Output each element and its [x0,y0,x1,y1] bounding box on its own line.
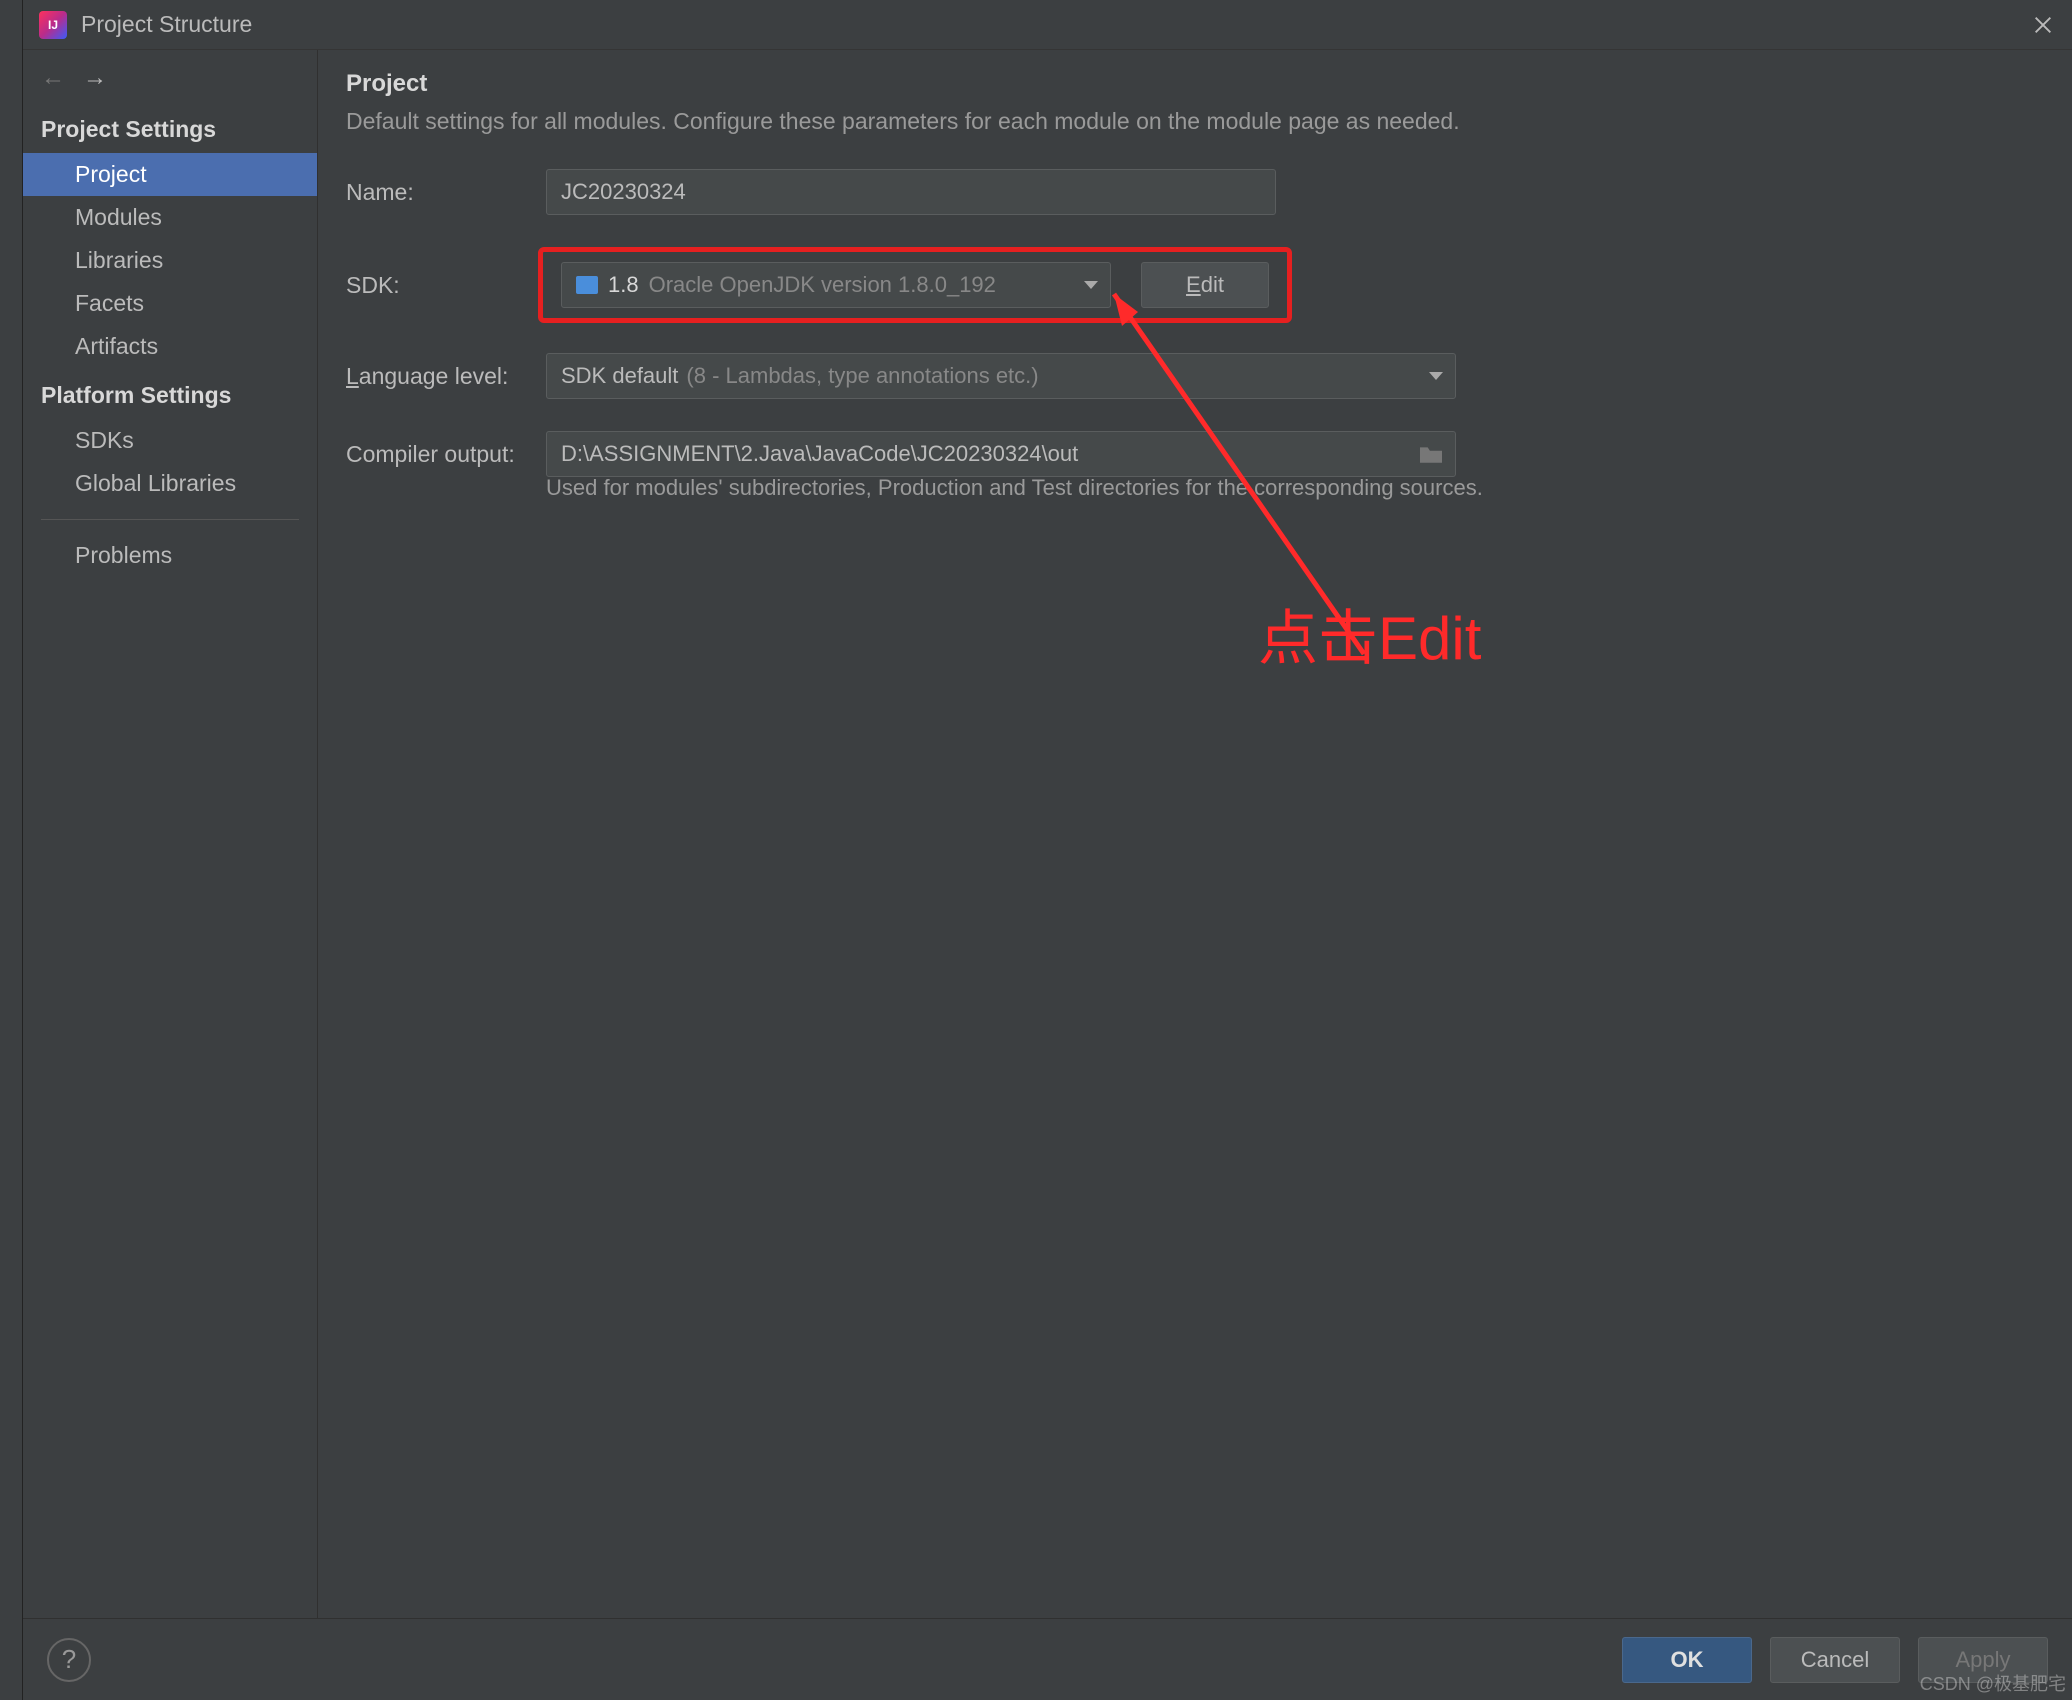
page-subtitle: Default settings for all modules. Config… [346,108,2044,135]
compiler-output-value: D:\ASSIGNMENT\2.Java\JavaCode\JC20230324… [561,441,1078,467]
sidebar: ← → Project Settings Project Modules Lib… [23,50,318,1618]
label-name: Name: [346,179,546,206]
section-project-settings: Project Settings [23,102,317,153]
label-sdk: SDK: [346,272,546,299]
sidebar-item-facets[interactable]: Facets [23,282,317,325]
nav-forward-icon[interactable]: → [83,64,107,92]
sdk-version: 1.8 [608,272,639,298]
sidebar-item-problems[interactable]: Problems [23,534,317,577]
sidebar-item-modules[interactable]: Modules [23,196,317,239]
title-bar: IJ Project Structure [23,0,2072,50]
close-icon[interactable] [2032,14,2054,36]
language-level-dropdown[interactable]: SDK default (8 - Lambdas, type annotatio… [546,353,1456,399]
sdk-highlight-box: 1.8 Oracle OpenJDK version 1.8.0_192 Edi… [538,247,1292,323]
ok-button[interactable]: OK [1622,1637,1752,1683]
dialog-footer: ? OK Cancel Apply [23,1618,2072,1700]
page-title: Project [346,70,2044,98]
chevron-down-icon [1084,281,1098,289]
watermark: CSDN @极基肥宅 [1920,1670,2066,1696]
nav-back-icon[interactable]: ← [41,64,65,92]
intellij-icon: IJ [39,11,67,39]
sidebar-divider [41,519,299,520]
name-input[interactable] [546,169,1276,215]
compiler-output-input[interactable]: D:\ASSIGNMENT\2.Java\JavaCode\JC20230324… [546,431,1456,477]
sidebar-item-artifacts[interactable]: Artifacts [23,325,317,368]
sidebar-item-project[interactable]: Project [23,153,317,196]
sidebar-item-global-libraries[interactable]: Global Libraries [23,462,317,505]
sidebar-item-sdks[interactable]: SDKs [23,419,317,462]
sdk-edit-button[interactable]: Edit [1141,262,1269,308]
chevron-down-icon [1429,372,1443,380]
compiler-output-hint: Used for modules' subdirectories, Produc… [546,475,2044,501]
label-compiler-output: Compiler output: [346,441,546,468]
main-panel: Project Default settings for all modules… [318,50,2072,1618]
folder-browse-icon[interactable] [1417,443,1445,465]
sdk-detail: Oracle OpenJDK version 1.8.0_192 [649,272,996,298]
window-title: Project Structure [81,11,252,38]
section-platform-settings: Platform Settings [23,368,317,419]
sdk-dropdown[interactable]: 1.8 Oracle OpenJDK version 1.8.0_192 [561,262,1111,308]
project-structure-dialog: IJ Project Structure ← → Project Setting… [22,0,2072,1700]
annotation-text: 点击Edit [1258,590,1481,677]
help-button[interactable]: ? [47,1638,91,1682]
cancel-button[interactable]: Cancel [1770,1637,1900,1683]
language-level-detail: (8 - Lambdas, type annotations etc.) [686,363,1038,389]
language-level-value: SDK default [561,363,678,389]
sidebar-item-libraries[interactable]: Libraries [23,239,317,282]
label-language-level: Language level: [346,363,546,390]
jdk-folder-icon [576,276,598,294]
